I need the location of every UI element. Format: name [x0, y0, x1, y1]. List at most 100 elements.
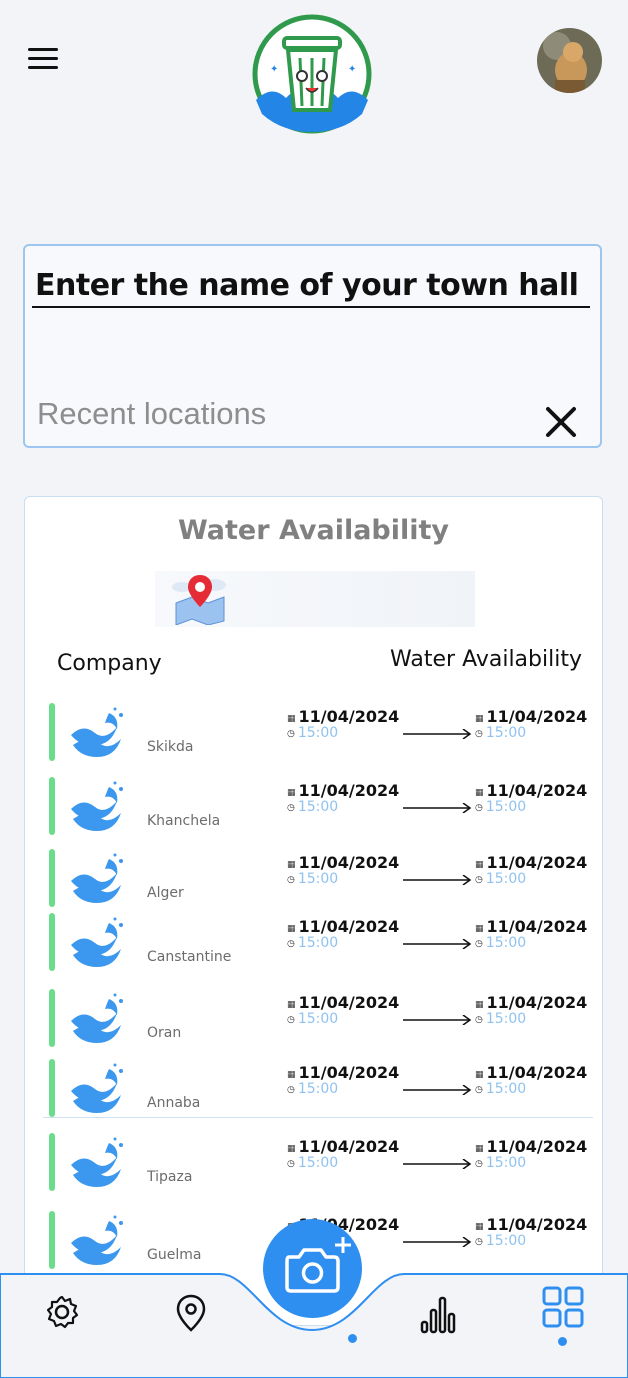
- grid-icon[interactable]: [542, 1286, 584, 1332]
- status-bar: [49, 913, 55, 971]
- status-bar: [49, 703, 55, 761]
- calendar-icon: ▦: [287, 714, 296, 724]
- column-header-company: Company: [57, 651, 162, 676]
- calendar-icon: ▦: [287, 788, 296, 798]
- list-item[interactable]: Alger ▦ 11/04/2024 ◷ 15:00 ▦ 11/04/2024 ◷ 15:00: [25, 849, 602, 913]
- calendar-icon: ▦: [475, 1070, 484, 1080]
- arrow-right-icon: [403, 939, 472, 949]
- calendar-icon: ▦: [475, 1144, 484, 1154]
- input-underline: [32, 306, 590, 308]
- arrow-right-icon: [403, 729, 472, 739]
- clock-icon: ◷: [287, 1015, 295, 1025]
- list-item[interactable]: Oran ▦ 11/04/2024 ◷ 15:00 ▦ 11/04/2024 ◷ 15:00: [25, 989, 602, 1053]
- start-time: 15:00: [297, 725, 339, 741]
- svg-text:✦: ✦: [270, 64, 278, 75]
- app-logo: ✦ ✦: [252, 14, 372, 134]
- start-datetime: ▦11/04/2024◷15:00: [287, 993, 407, 1027]
- svg-text:✦: ✦: [348, 64, 356, 75]
- end-date: 11/04/2024: [486, 1137, 588, 1156]
- list-item[interactable]: Annaba ▦ 11/04/2024 ◷ 15:00 ▦ 11/04/2024 ◷ 15:00: [25, 1059, 602, 1123]
- camera-indicator-dot: [348, 1334, 357, 1343]
- row-divider: [43, 1117, 593, 1118]
- water-company-logo: [65, 991, 127, 1045]
- end-time: 15:00: [485, 1081, 527, 1097]
- start-time: 15:00: [297, 871, 339, 887]
- calendar-icon: ▦: [287, 924, 296, 934]
- clock-icon: ◷: [475, 875, 483, 885]
- end-datetime: ▦ 11/04/2024 ◷ 15:00: [475, 707, 595, 741]
- clock-icon: ◷: [287, 1159, 295, 1169]
- start-datetime: ▦11/04/2024◷15:00: [287, 781, 407, 815]
- status-bar: [49, 1059, 55, 1117]
- calendar-icon: ▦: [475, 788, 484, 798]
- end-date: 11/04/2024: [486, 781, 588, 800]
- end-time: 15:00: [485, 799, 527, 815]
- list-item[interactable]: Skikda ▦ 11/04/2024 ◷ 15:00 ▦ 11/04/2024 ◷ 15:00: [25, 703, 602, 767]
- end-date: 11/04/2024: [486, 993, 588, 1012]
- camera-add-icon: [285, 1237, 351, 1293]
- start-date: 11/04/2024: [298, 781, 400, 800]
- arrow-right-icon: [403, 1159, 472, 1169]
- water-company-logo: [65, 851, 127, 905]
- menu-icon[interactable]: [28, 48, 58, 72]
- location-icon[interactable]: [176, 1294, 206, 1336]
- camera-add-button[interactable]: [263, 1219, 362, 1318]
- status-bar: [49, 989, 55, 1047]
- clock-icon: ◷: [287, 1085, 295, 1095]
- end-time: 15:00: [485, 871, 527, 887]
- clock-icon: ◷: [287, 939, 295, 949]
- calendar-icon: ▦: [287, 1070, 296, 1080]
- start-time: 15:00: [297, 935, 339, 951]
- list-item[interactable]: Canstantine ▦ 11/04/2024 ◷ 15:00 ▦ 11/04/2024 ◷…: [25, 913, 602, 977]
- map-pin-icon[interactable]: [170, 573, 230, 626]
- end-datetime: ▦ 11/04/2024 ◷ 15:00: [475, 993, 595, 1027]
- arrow-right-icon: [403, 875, 472, 885]
- start-date: 11/04/2024: [298, 917, 400, 936]
- company-name: Tipaza: [147, 1169, 193, 1185]
- close-icon[interactable]: [543, 404, 579, 440]
- start-datetime: ▦11/04/2024◷15:00: [287, 707, 407, 741]
- status-bar: [49, 1133, 55, 1191]
- start-time: 15:00: [297, 1155, 339, 1171]
- company-name: Oran: [147, 1025, 182, 1041]
- clock-icon: ◷: [475, 1015, 483, 1025]
- end-datetime: ▦ 11/04/2024 ◷ 15:00: [475, 1063, 595, 1097]
- start-datetime: ▦11/04/2024◷15:00: [287, 1137, 407, 1171]
- end-datetime: ▦ 11/04/2024 ◷ 15:00: [475, 1137, 595, 1171]
- bar-chart-icon[interactable]: [420, 1294, 456, 1338]
- start-datetime: ▦11/04/2024◷15:00: [287, 917, 407, 951]
- end-time: 15:00: [485, 1011, 527, 1027]
- water-company-logo: [65, 915, 127, 969]
- start-date: 11/04/2024: [298, 707, 400, 726]
- list-item[interactable]: Khanchela ▦ 11/04/2024 ◷ 15:00 ▦ 11/04/2024 ◷ 15…: [25, 777, 602, 841]
- card-title: Water Availability: [177, 515, 450, 546]
- end-time: 15:00: [485, 935, 527, 951]
- end-date: 11/04/2024: [486, 1215, 588, 1234]
- clock-icon: ◷: [287, 875, 295, 885]
- end-datetime: ▦ 11/04/2024 ◷ 15:00: [475, 917, 595, 951]
- arrow-right-icon: [403, 1015, 472, 1025]
- start-datetime: ▦11/04/2024◷15:00: [287, 853, 407, 887]
- status-bar: [49, 849, 55, 907]
- active-tab-dot: [558, 1337, 567, 1346]
- calendar-icon: ▦: [475, 714, 484, 724]
- arrow-right-icon: [403, 803, 472, 813]
- clock-icon: ◷: [475, 729, 483, 739]
- clock-icon: ◷: [287, 803, 295, 813]
- calendar-icon: ▦: [475, 924, 484, 934]
- water-availability-card: Water Availability Company Water Availab…: [24, 496, 603, 1326]
- list-item[interactable]: Tipaza ▦ 11/04/2024 ◷ 15:00 ▦ 11/04/2024 ◷ 15:00: [25, 1133, 602, 1197]
- recent-locations-label[interactable]: Recent locations: [37, 396, 266, 432]
- arrow-right-icon: [403, 1085, 472, 1095]
- avatar[interactable]: [537, 28, 602, 93]
- town-hall-prompt[interactable]: Enter the name of your town hall: [35, 268, 590, 303]
- start-time: 15:00: [297, 1081, 339, 1097]
- calendar-icon: ▦: [287, 1144, 296, 1154]
- company-name: Annaba: [147, 1095, 201, 1111]
- end-time: 15:00: [485, 725, 527, 741]
- start-date: 11/04/2024: [298, 993, 400, 1012]
- edge-patch: [602, 581, 603, 631]
- calendar-icon: ▦: [287, 1000, 296, 1010]
- settings-icon[interactable]: [44, 1294, 80, 1334]
- water-company-logo: [65, 1061, 127, 1115]
